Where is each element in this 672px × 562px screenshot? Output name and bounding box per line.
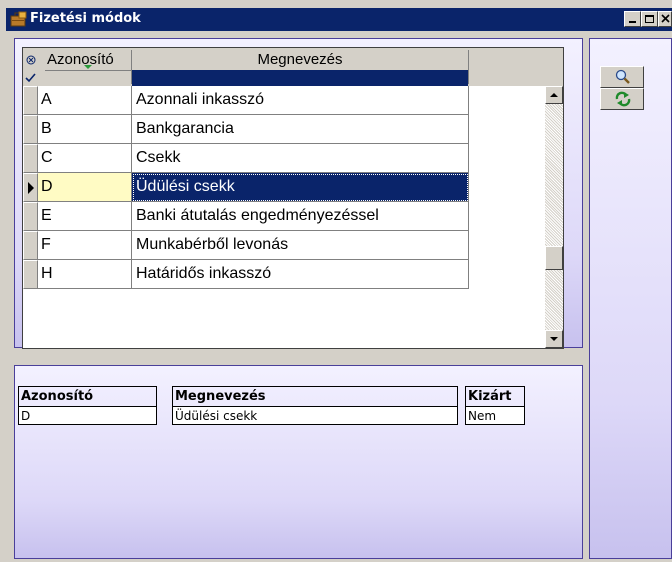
- table-row[interactable]: D Üdülési csekk: [23, 173, 545, 202]
- cell-id[interactable]: E: [38, 202, 132, 231]
- vertical-scrollbar[interactable]: [545, 86, 563, 348]
- table-row[interactable]: H Határidős inkasszó: [23, 260, 545, 289]
- cell-name[interactable]: Határidős inkasszó: [132, 260, 469, 289]
- app-window: Fizetési módok Azonosító D Megnevezés Üd…: [0, 0, 672, 562]
- row-indicator[interactable]: [23, 115, 38, 144]
- scroll-thumb[interactable]: [545, 246, 563, 270]
- arrow-up-icon: [550, 93, 558, 97]
- scroll-down-button[interactable]: [545, 330, 563, 348]
- scroll-up-button[interactable]: [545, 86, 563, 104]
- cell-id[interactable]: F: [38, 231, 132, 260]
- header-indicator-column: [23, 48, 45, 86]
- detail-id-field[interactable]: D: [18, 406, 157, 425]
- detail-name-label: Megnevezés: [172, 386, 458, 406]
- briefcase-icon: [10, 11, 28, 27]
- window-title: Fizetési módok: [30, 11, 141, 26]
- filter-cell-name[interactable]: [132, 70, 468, 86]
- detail-excluded-label: Kizárt: [465, 386, 525, 406]
- detail-name-field[interactable]: Üdülési csekk: [172, 406, 458, 425]
- search-button[interactable]: [600, 66, 644, 88]
- row-indicator[interactable]: [23, 86, 38, 115]
- cell-id[interactable]: H: [38, 260, 132, 289]
- title-bar[interactable]: Fizetési módok: [6, 8, 672, 31]
- cell-id[interactable]: B: [38, 115, 132, 144]
- grid-header: Azonosító Megnevezés: [23, 48, 563, 86]
- payment-methods-grid[interactable]: Azonosító Megnevezés A Azonnali inkasszó B…: [22, 47, 564, 349]
- minimize-button[interactable]: [624, 11, 641, 27]
- cell-name[interactable]: Csekk: [132, 144, 469, 173]
- table-row[interactable]: F Munkabérből levonás: [23, 231, 545, 260]
- side-toolbar: [589, 38, 672, 559]
- detail-id-label: Azonosító: [18, 386, 157, 406]
- minimize-icon: [629, 21, 636, 23]
- table-row[interactable]: C Csekk: [23, 144, 545, 173]
- filter-cell-id[interactable]: [45, 70, 131, 86]
- row-indicator[interactable]: [23, 260, 38, 289]
- cell-id[interactable]: D: [38, 173, 132, 202]
- cell-id[interactable]: C: [38, 144, 132, 173]
- table-row[interactable]: E Banki átutalás engedményezéssel: [23, 202, 545, 231]
- maximize-button[interactable]: [641, 11, 658, 27]
- arrow-down-icon: [550, 337, 558, 341]
- cell-name[interactable]: Azonnali inkasszó: [132, 86, 469, 115]
- cell-name[interactable]: Munkabérből levonás: [132, 231, 469, 260]
- detail-excluded-field[interactable]: Nem: [465, 406, 525, 425]
- current-row-arrow-icon: [28, 182, 34, 194]
- column-header-name[interactable]: Megnevezés: [132, 48, 468, 70]
- close-button[interactable]: [658, 11, 672, 27]
- cell-id[interactable]: A: [38, 86, 132, 115]
- refresh-button[interactable]: [600, 88, 644, 110]
- cell-name[interactable]: Üdülési csekk: [132, 173, 469, 202]
- table-row[interactable]: A Azonnali inkasszó: [23, 86, 545, 115]
- close-icon: [661, 14, 670, 23]
- search-icon: [615, 69, 630, 84]
- row-indicator[interactable]: [23, 231, 38, 260]
- clear-filter-icon[interactable]: [26, 55, 36, 65]
- refresh-icon: [615, 91, 631, 107]
- row-indicator[interactable]: [23, 173, 38, 202]
- cell-name[interactable]: Bankgarancia: [132, 115, 469, 144]
- table-row[interactable]: B Bankgarancia: [23, 115, 545, 144]
- maximize-icon: [645, 15, 654, 23]
- filter-check-icon: [25, 73, 36, 83]
- cell-name[interactable]: Banki átutalás engedményezéssel: [132, 202, 469, 231]
- row-indicator[interactable]: [23, 202, 38, 231]
- detail-panel: Azonosító D Megnevezés Üdülési csekk Kiz…: [14, 365, 583, 559]
- row-indicator[interactable]: [23, 144, 38, 173]
